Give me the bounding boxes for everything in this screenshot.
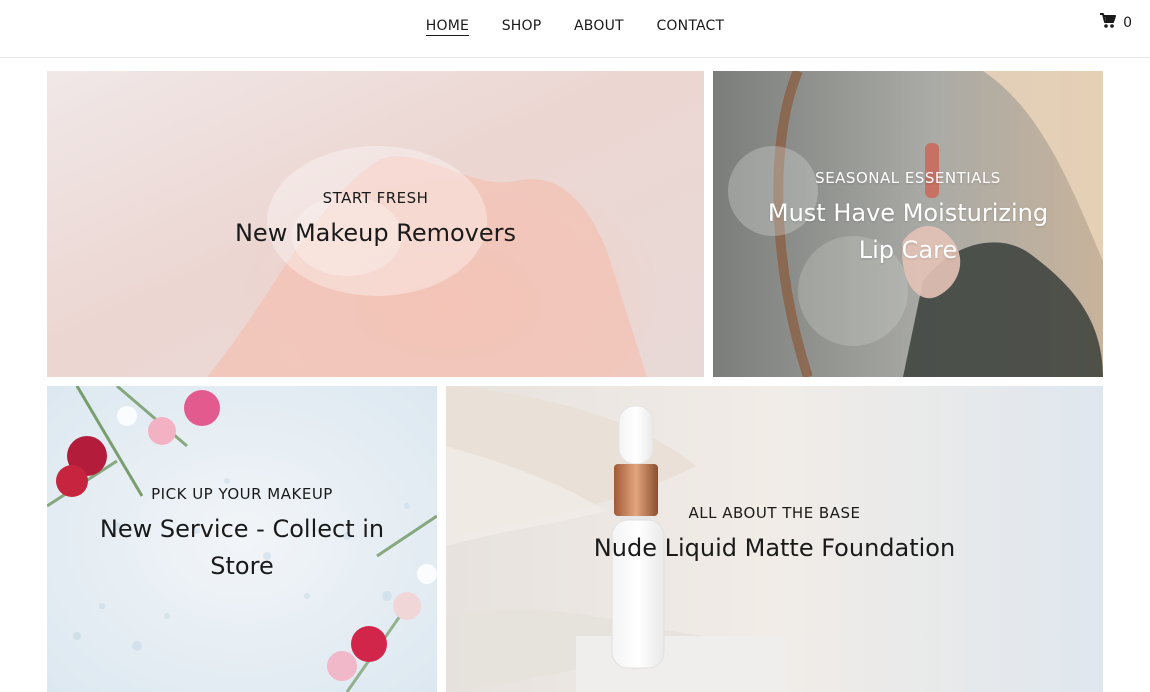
tile-text: SEASONAL ESSENTIALS Must Have Moisturizi… [713, 169, 1103, 269]
tile-headline: Must Have Moisturizing Lip Care [767, 199, 1049, 264]
tile-kicker: SEASONAL ESSENTIALS [815, 169, 1001, 187]
tile-headline: New Makeup Removers [234, 219, 517, 247]
cart-count: 0 [1123, 15, 1132, 31]
tile-text: START FRESH New Makeup Removers [47, 189, 704, 252]
nav-shop-link[interactable]: SHOP [502, 17, 542, 35]
tile-text: ALL ABOUT THE BASE Nude Liquid Matte Fou… [446, 504, 1103, 567]
promo-tile-lip-care[interactable]: SEASONAL ESSENTIALS Must Have Moisturizi… [713, 71, 1103, 377]
tile-text: PICK UP YOUR MAKEUP New Service - Collec… [47, 485, 437, 585]
promo-tile-collect-in-store[interactable]: PICK UP YOUR MAKEUP New Service - Collec… [47, 386, 437, 692]
nav-about-link[interactable]: ABOUT [574, 17, 624, 35]
nav-home-link[interactable]: HOME [425, 17, 470, 36]
promo-tile-foundation[interactable]: ALL ABOUT THE BASE Nude Liquid Matte Fou… [446, 386, 1103, 692]
tile-kicker: ALL ABOUT THE BASE [688, 504, 861, 522]
shopping-cart-icon [1099, 13, 1117, 33]
tile-kicker: START FRESH [322, 189, 429, 207]
tile-headline: Nude Liquid Matte Foundation [593, 534, 956, 562]
cart-button[interactable]: 0 [1099, 13, 1132, 33]
tile-headline: New Service - Collect in Store [99, 515, 385, 580]
promo-tile-makeup-removers[interactable]: START FRESH New Makeup Removers [47, 71, 704, 377]
main-nav: HOME SHOP ABOUT CONTACT [0, 17, 1150, 36]
site-header: HOME SHOP ABOUT CONTACT 0 [0, 0, 1150, 58]
tile-kicker: PICK UP YOUR MAKEUP [151, 485, 333, 503]
nav-contact-link[interactable]: CONTACT [656, 17, 724, 35]
